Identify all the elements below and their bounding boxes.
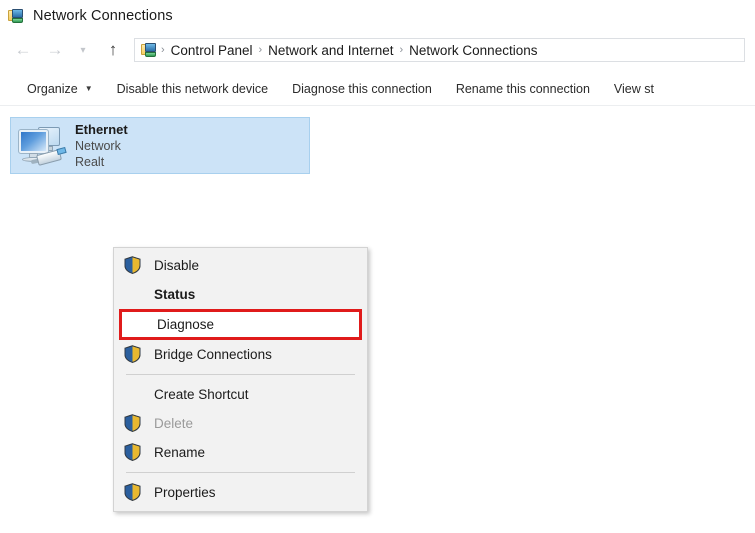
menu-item-icon-placeholder — [124, 285, 144, 305]
toolbar-organize-label: Organize — [27, 81, 78, 96]
menu-item-disable[interactable]: Disable — [114, 251, 367, 280]
menu-separator — [126, 374, 355, 375]
menu-item-label: Bridge Connections — [154, 347, 272, 362]
shield-icon — [124, 442, 144, 463]
forward-icon[interactable]: → — [42, 37, 68, 63]
menu-item-label: Create Shortcut — [154, 387, 249, 402]
command-toolbar: Organize ▼ Disable this network device D… — [0, 72, 755, 105]
menu-item-label: Status — [154, 287, 196, 302]
window-title: Network Connections — [33, 8, 173, 24]
network-connections-window: Network Connections ← → ▾ ↑ › Control Pa… — [0, 0, 755, 533]
menu-item-status[interactable]: Status — [114, 280, 367, 309]
menu-item-label: Rename — [154, 445, 206, 460]
chevron-down-icon: ▼ — [84, 84, 93, 93]
menu-item-delete: Delete — [114, 409, 367, 438]
breadcrumb-item-control-panel[interactable]: Control Panel — [166, 43, 258, 58]
menu-item-label: Disable — [154, 258, 200, 273]
menu-item-label: Diagnose — [157, 317, 215, 332]
shield-icon — [124, 344, 144, 365]
ethernet-adapter-icon — [13, 122, 69, 170]
breadcrumb-item-network-and-internet[interactable]: Network and Internet — [263, 43, 398, 58]
toolbar-diagnose-connection-button[interactable]: Diagnose this connection — [283, 77, 441, 101]
toolbar-organize-button[interactable]: Organize ▼ — [18, 77, 102, 101]
connection-name: Ethernet — [75, 121, 128, 137]
shield-icon — [124, 482, 144, 503]
menu-item-rename[interactable]: Rename — [114, 438, 367, 467]
back-icon[interactable]: ← — [10, 37, 36, 63]
toolbar-view-status-button[interactable]: View st — [605, 77, 663, 101]
shield-icon — [124, 255, 144, 276]
list-item[interactable]: Ethernet Network Realt — [10, 117, 310, 174]
toolbar-disable-device-button[interactable]: Disable this network device — [108, 77, 277, 101]
menu-item-bridge-connections[interactable]: Bridge Connections — [114, 340, 367, 369]
shield-icon — [124, 413, 144, 434]
breadcrumb-item-network-connections[interactable]: Network Connections — [404, 43, 542, 58]
connection-network: Network — [75, 138, 121, 153]
menu-item-create-shortcut[interactable]: Create Shortcut — [114, 380, 367, 409]
address-bar: ← → ▾ ↑ › Control Panel › Network and In… — [0, 32, 755, 68]
chevron-down-icon[interactable]: ▾ — [70, 37, 96, 63]
toolbar-rename-connection-button[interactable]: Rename this connection — [447, 77, 599, 101]
breadcrumb-path-icon — [141, 42, 158, 58]
title-bar: Network Connections — [0, 0, 755, 32]
menu-item-label: Delete — [154, 416, 194, 431]
breadcrumb[interactable]: › Control Panel › Network and Internet ›… — [134, 38, 745, 62]
menu-item-properties[interactable]: Properties — [114, 478, 367, 507]
menu-separator — [126, 472, 355, 473]
up-icon[interactable]: ↑ — [100, 37, 126, 63]
context-menu: Disable Status Diagnose Bridge Connectio… — [113, 247, 368, 512]
connection-text: Ethernet Network Realt — [75, 122, 128, 170]
menu-item-diagnose[interactable]: Diagnose — [119, 309, 362, 340]
menu-item-icon-placeholder — [127, 315, 147, 335]
menu-item-label: Properties — [154, 485, 216, 500]
connections-list: Ethernet Network Realt Disable Status Di… — [0, 106, 755, 533]
network-connections-icon — [8, 8, 25, 24]
menu-item-icon-placeholder — [124, 385, 144, 405]
connection-adapter: Realt — [75, 154, 105, 169]
